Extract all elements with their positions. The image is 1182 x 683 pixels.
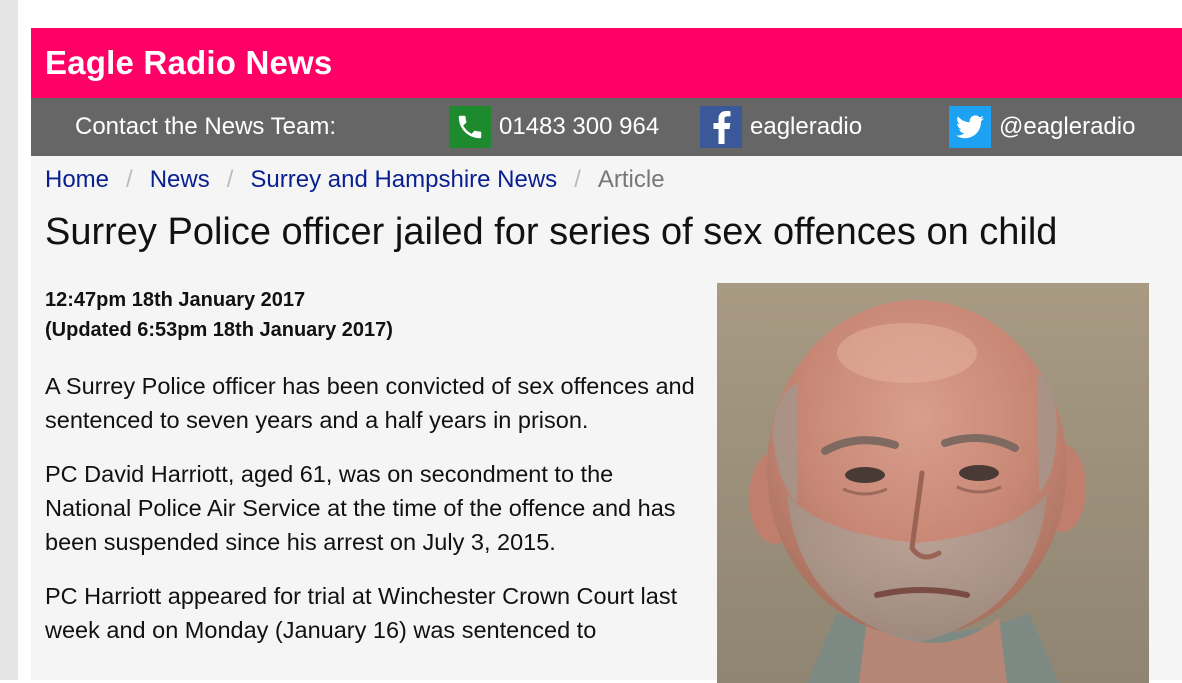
breadcrumb-separator: / bbox=[126, 166, 133, 193]
contact-bar: Contact the News Team: 01483 300 964 eag… bbox=[31, 98, 1182, 156]
article-photo bbox=[717, 283, 1149, 683]
phone-link[interactable]: 01483 300 964 bbox=[449, 98, 659, 156]
brand-bar: Eagle Radio News bbox=[31, 28, 1182, 98]
twitter-icon bbox=[949, 106, 991, 148]
breadcrumb-separator: / bbox=[574, 166, 581, 193]
breadcrumb: Home / News / Surrey and Hampshire News … bbox=[45, 166, 665, 194]
article-paragraph: PC Harriott appeared for trial at Winche… bbox=[45, 583, 678, 643]
breadcrumb-surrey-hampshire-news[interactable]: Surrey and Hampshire News bbox=[250, 166, 557, 194]
breadcrumb-home[interactable]: Home bbox=[45, 166, 109, 194]
breadcrumb-separator: / bbox=[226, 166, 234, 193]
article-meta: 12:47pm 18th January 2017 (Updated 6:53p… bbox=[45, 285, 393, 345]
article-body: A Surrey Police officer has been convict… bbox=[45, 369, 705, 667]
breadcrumb-news[interactable]: News bbox=[150, 166, 210, 194]
facebook-link[interactable]: eagleradio bbox=[700, 98, 862, 156]
facebook-icon bbox=[700, 106, 742, 148]
facebook-handle: eagleradio bbox=[750, 113, 863, 140]
twitter-link[interactable]: @eagleradio bbox=[949, 98, 1135, 156]
twitter-handle: @eagleradio bbox=[999, 113, 1136, 140]
site-title[interactable]: Eagle Radio News bbox=[45, 44, 332, 82]
article-paragraph: PC David Harriott, aged 61, was on secon… bbox=[45, 461, 676, 555]
updated-timestamp: (Updated 6:53pm 18th January 2017) bbox=[45, 319, 393, 341]
article-paragraph: A Surrey Police officer has been convict… bbox=[45, 373, 695, 433]
breadcrumb-current: Article bbox=[597, 166, 665, 193]
article-headline: Surrey Police officer jailed for series … bbox=[45, 211, 1058, 253]
phone-icon bbox=[449, 106, 491, 148]
left-gutter bbox=[0, 0, 18, 680]
page: Eagle Radio News Contact the News Team: … bbox=[31, 28, 1182, 683]
phone-number: 01483 300 964 bbox=[499, 113, 660, 140]
contact-label: Contact the News Team: bbox=[75, 113, 337, 140]
published-timestamp: 12:47pm 18th January 2017 bbox=[45, 289, 306, 311]
